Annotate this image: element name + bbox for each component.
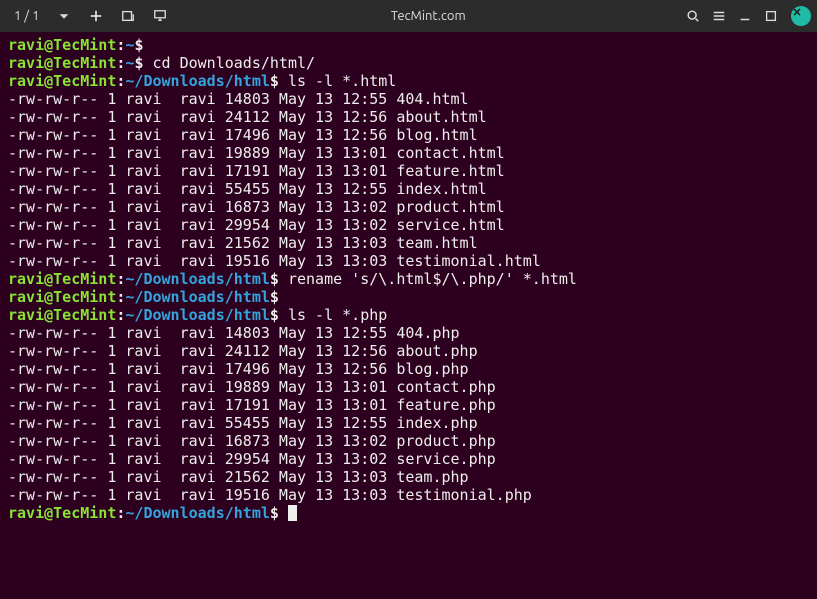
titlebar: 1 / 1 TecMint.com [0,0,817,32]
new-window-icon[interactable] [113,4,143,28]
file-row: -rw-rw-r-- 1 ravi ravi 21562 May 13 13:0… [8,468,809,486]
prompt-command [143,36,152,54]
close-icon[interactable] [791,6,811,26]
prompt-path: ~/Downloads/html [125,72,270,90]
hamburger-menu-icon[interactable] [707,4,731,28]
prompt-user: ravi@TecMint [8,504,116,522]
prompt-path: ~/Downloads/html [125,288,270,306]
prompt-line: ravi@TecMint:~/Downloads/html$ rename 's… [8,270,809,288]
broadcast-icon[interactable] [145,4,175,28]
file-row: -rw-rw-r-- 1 ravi ravi 14803 May 13 12:5… [8,90,809,108]
file-row: -rw-rw-r-- 1 ravi ravi 55455 May 13 12:5… [8,180,809,198]
prompt-dollar: $ [270,306,279,324]
prompt-command: cd Downloads/html/ [143,54,315,72]
prompt-command [279,504,288,522]
tab-counter[interactable]: 1 / 1 [6,4,47,28]
titlebar-right [681,4,811,28]
file-row: -rw-rw-r-- 1 ravi ravi 16873 May 13 13:0… [8,198,809,216]
file-row: -rw-rw-r-- 1 ravi ravi 29954 May 13 13:0… [8,216,809,234]
prompt-line: ravi@TecMint:~$ cd Downloads/html/ [8,54,809,72]
window-title: TecMint.com [175,9,681,23]
file-row: -rw-rw-r-- 1 ravi ravi 24112 May 13 12:5… [8,108,809,126]
file-row: -rw-rw-r-- 1 ravi ravi 19889 May 13 13:0… [8,378,809,396]
prompt-dollar: $ [270,288,279,306]
prompt-user: ravi@TecMint [8,72,116,90]
maximize-icon[interactable] [759,4,783,28]
file-row: -rw-rw-r-- 1 ravi ravi 29954 May 13 13:0… [8,450,809,468]
file-row: -rw-rw-r-- 1 ravi ravi 19516 May 13 13:0… [8,252,809,270]
prompt-line: ravi@TecMint:~/Downloads/html$ ls -l *.p… [8,306,809,324]
file-row: -rw-rw-r-- 1 ravi ravi 19516 May 13 13:0… [8,486,809,504]
prompt-dollar: $ [270,504,279,522]
tab-dropdown-icon[interactable] [49,4,79,28]
prompt-dollar: $ [270,72,279,90]
file-row: -rw-rw-r-- 1 ravi ravi 17496 May 13 12:5… [8,360,809,378]
prompt-user: ravi@TecMint [8,54,116,72]
prompt-line: ravi@TecMint:~/Downloads/html$ ls -l *.h… [8,72,809,90]
prompt-path: ~/Downloads/html [125,270,270,288]
file-row: -rw-rw-r-- 1 ravi ravi 17496 May 13 12:5… [8,126,809,144]
prompt-path: ~/Downloads/html [125,504,270,522]
search-icon[interactable] [681,4,705,28]
file-row: -rw-rw-r-- 1 ravi ravi 21562 May 13 13:0… [8,234,809,252]
file-row: -rw-rw-r-- 1 ravi ravi 55455 May 13 12:5… [8,414,809,432]
file-row: -rw-rw-r-- 1 ravi ravi 14803 May 13 12:5… [8,324,809,342]
prompt-path: ~/Downloads/html [125,306,270,324]
prompt-user: ravi@TecMint [8,270,116,288]
prompt-command: rename 's/\.html$/\.php/' *.html [279,270,577,288]
cursor [288,505,297,521]
new-tab-icon[interactable] [81,4,111,28]
file-row: -rw-rw-r-- 1 ravi ravi 16873 May 13 13:0… [8,432,809,450]
prompt-command: ls -l *.html [279,72,396,90]
prompt-user: ravi@TecMint [8,306,116,324]
prompt-dollar: $ [270,270,279,288]
file-row: -rw-rw-r-- 1 ravi ravi 19889 May 13 13:0… [8,144,809,162]
prompt-line: ravi@TecMint:~$ [8,36,809,54]
prompt-line: ravi@TecMint:~/Downloads/html$ [8,288,809,306]
prompt-user: ravi@TecMint [8,36,116,54]
file-row: -rw-rw-r-- 1 ravi ravi 24112 May 13 12:5… [8,342,809,360]
titlebar-left: 1 / 1 [6,4,175,28]
file-row: -rw-rw-r-- 1 ravi ravi 17191 May 13 13:0… [8,396,809,414]
minimize-icon[interactable] [733,4,757,28]
terminal-area[interactable]: ravi@TecMint:~$ ravi@TecMint:~$ cd Downl… [0,32,817,530]
prompt-command: ls -l *.php [279,306,387,324]
prompt-line: ravi@TecMint:~/Downloads/html$ [8,504,809,522]
prompt-user: ravi@TecMint [8,288,116,306]
prompt-command [279,288,288,306]
file-row: -rw-rw-r-- 1 ravi ravi 17191 May 13 13:0… [8,162,809,180]
